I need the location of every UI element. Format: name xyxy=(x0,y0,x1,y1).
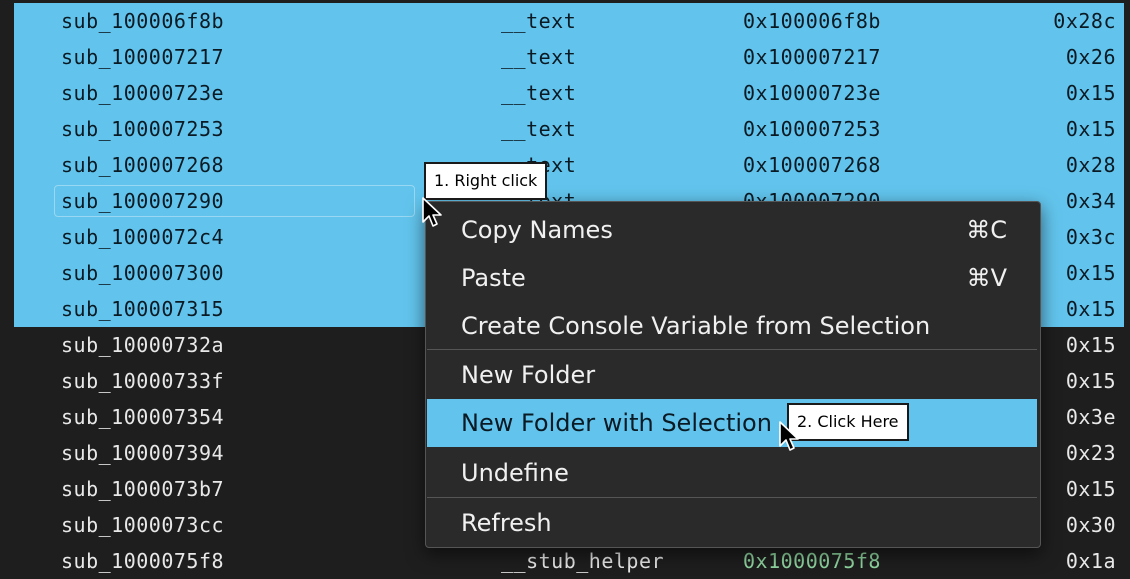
symbol-name: sub_100007315 xyxy=(61,297,225,321)
table-row[interactable]: sub_100007217 __text 0x100007217 0x26 xyxy=(14,39,1124,75)
symbol-name: sub_10000733f xyxy=(61,369,225,393)
menu-item-label: Refresh xyxy=(461,509,552,537)
symbol-name: sub_100007268 xyxy=(61,153,225,177)
menu-item-refresh[interactable]: Refresh xyxy=(427,499,1037,547)
menu-item-copy-names[interactable]: Copy Names ⌘C xyxy=(427,206,1037,254)
size: 0x34 xyxy=(1065,189,1116,213)
size: 0x15 xyxy=(1065,261,1116,285)
symbol-name: sub_100007300 xyxy=(61,261,225,285)
menu-item-shortcut: ⌘V xyxy=(966,264,1007,292)
menu-item-undefine[interactable]: Undefine xyxy=(427,449,1037,497)
size: 0x15 xyxy=(1065,117,1116,141)
symbol-name: sub_10000732a xyxy=(61,333,225,357)
context-menu: Copy Names ⌘C Paste ⌘V Create Console Va… xyxy=(425,201,1041,548)
menu-item-new-folder-with-selection[interactable]: New Folder with Selection xyxy=(427,399,1037,447)
address: 0x100007268 xyxy=(743,153,881,177)
menu-item-label: New Folder with Selection xyxy=(461,409,772,437)
size: 0x28c xyxy=(1053,9,1116,33)
size: 0x28 xyxy=(1065,153,1116,177)
mouse-pointer-icon xyxy=(779,421,799,451)
table-row[interactable]: sub_100007268 __text 0x100007268 0x28 xyxy=(14,147,1124,183)
size: 0x15 xyxy=(1065,81,1116,105)
size: 0x15 xyxy=(1065,369,1116,393)
menu-item-new-folder[interactable]: New Folder xyxy=(427,351,1037,399)
symbol-name: sub_10000723e xyxy=(61,81,225,105)
menu-item-label: Paste xyxy=(461,264,526,292)
menu-item-shortcut: ⌘C xyxy=(966,216,1007,244)
table-row[interactable]: sub_10000723e __text 0x10000723e 0x15 xyxy=(14,75,1124,111)
address: 0x10000723e xyxy=(743,81,881,105)
size: 0x15 xyxy=(1065,297,1116,321)
section-name: __text xyxy=(501,117,577,141)
annotation-callout-step1: 1. Right click xyxy=(424,162,548,200)
symbol-name: sub_1000073cc xyxy=(61,513,225,537)
section-name: __text xyxy=(501,9,577,33)
size: 0x3e xyxy=(1065,405,1116,429)
mouse-pointer-icon xyxy=(422,197,442,227)
address: 0x100007253 xyxy=(743,117,881,141)
menu-separator xyxy=(427,349,1037,350)
size: 0x23 xyxy=(1065,441,1116,465)
symbol-name: sub_100007290 xyxy=(53,185,416,217)
symbol-name: sub_100007394 xyxy=(61,441,225,465)
size: 0x15 xyxy=(1065,477,1116,501)
address: 0x100006f8b xyxy=(743,9,881,33)
table-row[interactable]: sub_100007253 __text 0x100007253 0x15 xyxy=(14,111,1124,147)
symbol-name: sub_1000073b7 xyxy=(61,477,225,501)
menu-item-label: New Folder xyxy=(461,361,596,389)
menu-item-paste[interactable]: Paste ⌘V xyxy=(427,254,1037,302)
section-name: __text xyxy=(501,45,577,69)
symbol-name: sub_100007217 xyxy=(61,45,225,69)
menu-item-label: Undefine xyxy=(461,459,569,487)
size: 0x15 xyxy=(1065,333,1116,357)
size: 0x30 xyxy=(1065,513,1116,537)
size: 0x26 xyxy=(1065,45,1116,69)
annotation-callout-step2: 2. Click Here xyxy=(787,403,909,441)
symbol-name: sub_100007354 xyxy=(61,405,225,429)
address: 0x100007217 xyxy=(743,45,881,69)
menu-item-label: Copy Names xyxy=(461,216,613,244)
menu-item-create-console-variable[interactable]: Create Console Variable from Selection xyxy=(427,302,1037,350)
section-name: __text xyxy=(501,81,577,105)
table-row[interactable]: sub_100006f8b __text 0x100006f8b 0x28c xyxy=(14,3,1124,39)
symbol-name: sub_100006f8b xyxy=(61,9,225,33)
menu-item-label: Create Console Variable from Selection xyxy=(461,312,931,340)
menu-separator xyxy=(427,497,1037,498)
symbol-name: sub_100007253 xyxy=(61,117,225,141)
symbol-name: sub_1000072c4 xyxy=(61,225,225,249)
size: 0x3c xyxy=(1065,225,1116,249)
